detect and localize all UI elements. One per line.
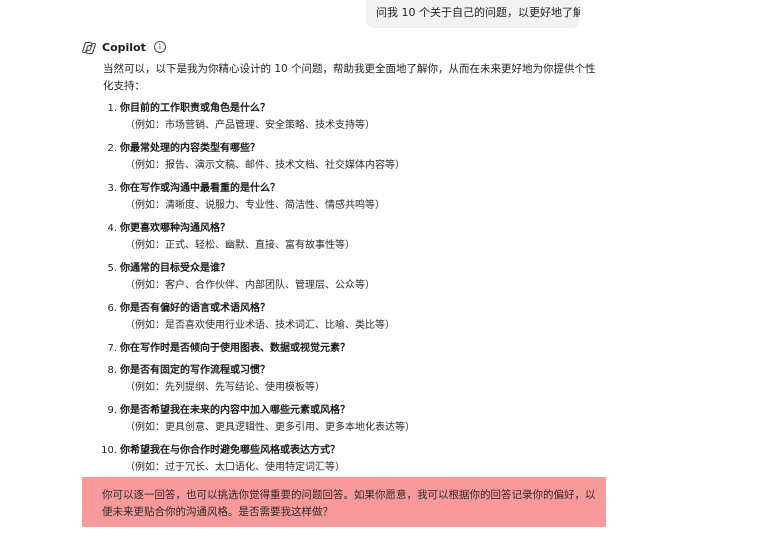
question-number: 2. xyxy=(107,143,117,154)
list-item: 5. 你通常的目标受众是谁？ （例如：客户、合作伙伴、内部团队、管理层、公众等） xyxy=(97,261,597,301)
copilot-name: Copilot xyxy=(102,40,146,54)
question-title: 你是否有偏好的语言或术语风格？ xyxy=(120,303,270,314)
question-example: （例如：过于冗长、太口语化、使用特定词汇等） xyxy=(125,462,345,473)
closing-text: 你可以逐一回答，也可以挑选你觉得重要的问题回答。如果你愿意，我可以根据你的回答记… xyxy=(102,489,596,518)
question-title: 你在写作时是否倾向于使用图表、数据或视觉元素？ xyxy=(120,343,350,354)
question-title: 你最常处理的内容类型有哪些？ xyxy=(120,143,260,154)
list-item: 3. 你在写作或沟通中最看重的是什么？ （例如：清晰度、说服力、专业性、简洁性、… xyxy=(97,181,597,221)
question-title: 你通常的目标受众是谁？ xyxy=(120,263,230,274)
question-number: 6. xyxy=(107,303,117,314)
question-number: 10. xyxy=(101,445,117,456)
question-example: （例如：更具创意、更具逻辑性、更多引用、更多本地化表达等） xyxy=(125,422,415,433)
question-example: （例如：报告、演示文稿、邮件、技术文档、社交媒体内容等） xyxy=(125,160,405,171)
list-item: 1. 你目前的工作职责或角色是什么？ （例如：市场营销、产品管理、安全策略、技术… xyxy=(97,101,597,141)
question-example: （例如：客户、合作伙伴、内部团队、管理层、公众等） xyxy=(125,280,375,291)
question-title: 你希望我在与你合作时避免哪些风格或表达方式？ xyxy=(120,445,340,456)
question-number: 5. xyxy=(107,263,117,274)
list-item: 2. 你最常处理的内容类型有哪些？ （例如：报告、演示文稿、邮件、技术文档、社交… xyxy=(97,141,597,181)
question-example: （例如：市场营销、产品管理、安全策略、技术支持等） xyxy=(125,120,375,131)
list-item: 7. 你在写作时是否倾向于使用图表、数据或视觉元素？ xyxy=(97,341,597,363)
question-number: 1. xyxy=(107,103,117,114)
list-item: 8. 你是否有固定的写作流程或习惯？ （例如：先列提纲、先写结论、使用模板等） xyxy=(97,363,597,403)
question-list: 1. 你目前的工作职责或角色是什么？ （例如：市场营销、产品管理、安全策略、技术… xyxy=(97,101,597,483)
user-message-bubble: 问我 10 个关于自己的问题，以更好地了解我 xyxy=(366,0,580,28)
question-example: （例如：正式、轻松、幽默、直接、富有故事性等） xyxy=(125,240,355,251)
copilot-header: Copilot i xyxy=(82,38,166,56)
list-item: 9. 你是否希望我在未来的内容中加入哪些元素或风格？ （例如：更具创意、更具逻辑… xyxy=(97,403,597,443)
question-number: 3. xyxy=(107,183,117,194)
user-message-text: 问我 10 个关于自己的问题，以更好地了解我 xyxy=(376,6,580,19)
question-number: 9. xyxy=(107,405,117,416)
question-title: 你是否有固定的写作流程或习惯？ xyxy=(120,365,270,376)
question-example: （例如：是否喜欢使用行业术语、技术词汇、比喻、类比等） xyxy=(125,320,395,331)
list-item: 4. 你更喜欢哪种沟通风格？ （例如：正式、轻松、幽默、直接、富有故事性等） xyxy=(97,221,597,261)
info-icon[interactable]: i xyxy=(153,41,166,53)
list-item: 6. 你是否有偏好的语言或术语风格？ （例如：是否喜欢使用行业术语、技术词汇、比… xyxy=(97,301,597,341)
question-example: （例如：清晰度、说服力、专业性、简洁性、情感共鸣等） xyxy=(125,200,385,211)
closing-highlight: 你可以逐一回答，也可以挑选你觉得重要的问题回答。如果你愿意，我可以根据你的回答记… xyxy=(82,477,606,527)
question-title: 你是否希望我在未来的内容中加入哪些元素或风格？ xyxy=(120,405,350,416)
copilot-logo-icon xyxy=(82,40,96,55)
question-title: 你在写作或沟通中最看重的是什么？ xyxy=(120,183,280,194)
question-number: 4. xyxy=(107,223,117,234)
question-title: 你更喜欢哪种沟通风格？ xyxy=(120,223,230,234)
question-title: 你目前的工作职责或角色是什么？ xyxy=(120,103,270,114)
question-number: 8. xyxy=(107,365,117,376)
question-example: （例如：先列提纲、先写结论、使用模板等） xyxy=(125,382,325,393)
response-intro: 当然可以，以下是我为你精心设计的 10 个问题，帮助我更全面地了解你，从而在未来… xyxy=(103,63,596,92)
question-number: 7. xyxy=(107,343,117,354)
